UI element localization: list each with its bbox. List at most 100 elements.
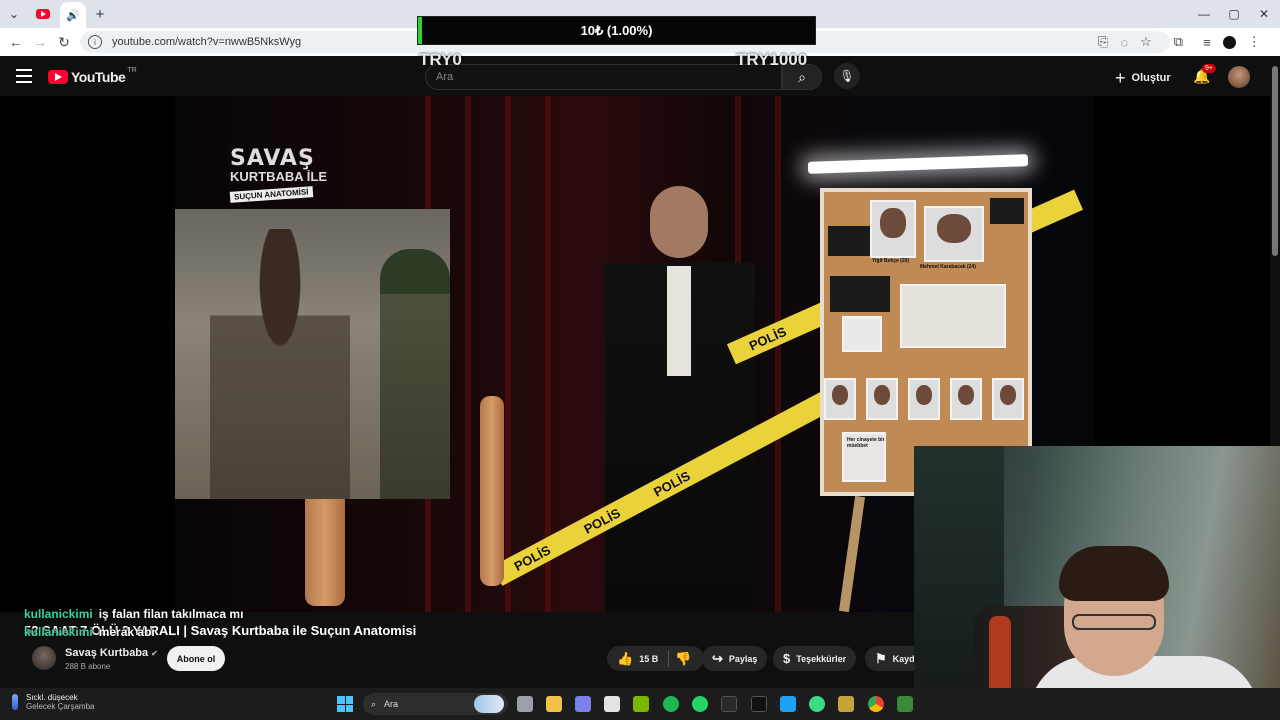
- channel-name[interactable]: Savaş Kurtbaba ✔: [65, 647, 158, 659]
- capcut-icon[interactable]: [751, 696, 767, 712]
- taskbar-search[interactable]: ⌕ Ara: [363, 693, 508, 715]
- divider: [668, 650, 670, 667]
- toolbar-right-icons: ⎘ ◌ ☆ ⧉ ≡ ⋮: [1098, 28, 1261, 56]
- epic-games-icon[interactable]: [721, 696, 737, 712]
- channel-avatar[interactable]: [32, 646, 56, 670]
- board-note: [990, 198, 1024, 224]
- file-explorer-icon[interactable]: [546, 696, 562, 712]
- show-logo: SAVAŞ KURTBABA İLE SUÇUN ANATOMİSİ: [229, 146, 340, 216]
- task-view-icon[interactable]: [517, 696, 533, 712]
- close-window-button[interactable]: ✕: [1248, 0, 1280, 28]
- save-button[interactable]: ⚑ Kaydet: [865, 646, 917, 671]
- tab-search-icon[interactable]: ⌄: [2, 2, 26, 26]
- thanks-label: Teşekkürler: [796, 653, 847, 664]
- minimize-button[interactable]: —: [1188, 0, 1220, 28]
- url-text: youtube.com/watch?v=nwwB5NksWyg: [112, 36, 302, 48]
- board-note-white: Her cinayete bir müebbet: [842, 432, 886, 482]
- country-code: TR: [127, 66, 137, 74]
- chat-message: kullanickimi iş falan filan takılmaca mı: [24, 607, 243, 621]
- easel-leg: [838, 495, 866, 612]
- plus-icon: +: [1115, 67, 1126, 88]
- notifications-button[interactable]: 🔔 9+: [1193, 64, 1216, 85]
- board-photo: [824, 378, 856, 420]
- weather-line2: Gelecek Çarşamba: [26, 702, 95, 711]
- search-input[interactable]: Ara: [425, 64, 782, 90]
- board-note-white: [842, 316, 882, 352]
- share-icon: ↪: [712, 650, 723, 666]
- logo-text: YouTube: [71, 69, 126, 85]
- subscribe-button[interactable]: Abone ol: [167, 646, 225, 671]
- account-avatar[interactable]: [1228, 66, 1250, 88]
- eye-off-icon[interactable]: ◌: [1120, 35, 1128, 50]
- archive-photo-inset: [175, 209, 450, 499]
- board-photo: [992, 378, 1024, 420]
- youtube-play-icon: [48, 70, 68, 84]
- donation-progress-bar: 10₺ (1.00%): [417, 16, 816, 45]
- whatsapp-icon[interactable]: [692, 696, 708, 712]
- show-logo-line3: SUÇUN ANATOMİSİ: [229, 186, 313, 203]
- teams-icon[interactable]: [575, 696, 591, 712]
- voice-search-button[interactable]: 🎙: [834, 63, 860, 89]
- board-photo: [866, 378, 898, 420]
- store-icon[interactable]: [604, 696, 620, 712]
- media-control-icon[interactable]: ≡: [1203, 35, 1211, 50]
- microphone-icon: 🎙: [839, 69, 855, 83]
- tab-active-audio[interactable]: 🔊: [60, 2, 86, 28]
- board-photo: [870, 200, 916, 258]
- site-info-icon[interactable]: i: [88, 35, 102, 49]
- board-photo: [924, 206, 984, 262]
- windows-start-icon[interactable]: [337, 696, 353, 712]
- taskbar-search-label: Ara: [384, 699, 399, 709]
- board-caption: Yiğit Bekçe (20): [872, 258, 910, 264]
- xbox-icon[interactable]: [897, 696, 913, 712]
- chrome-icon[interactable]: [868, 696, 884, 712]
- bookmark-star-icon[interactable]: ☆: [1140, 34, 1152, 50]
- app-green-icon[interactable]: [809, 696, 825, 712]
- donation-max-label: TRY1000: [736, 50, 808, 69]
- donation-min-label: TRY0: [419, 50, 462, 69]
- share-button[interactable]: ↪ Paylaş: [702, 646, 768, 671]
- install-app-icon[interactable]: ⎘: [1098, 34, 1108, 50]
- new-tab-button[interactable]: +: [88, 2, 112, 26]
- back-button[interactable]: ←: [4, 30, 28, 54]
- tab-youtube-pinned[interactable]: [30, 2, 56, 26]
- weather-line1: Sıckl. düşecek: [26, 693, 78, 702]
- presenter-figure: [605, 186, 755, 612]
- thumbs-up-icon[interactable]: 👍: [617, 651, 633, 667]
- thumbs-down-icon[interactable]: 👎: [675, 651, 691, 667]
- spotify-icon[interactable]: [663, 696, 679, 712]
- profile-icon[interactable]: [1222, 35, 1236, 49]
- board-caption: Mehmet Karabacak (24): [920, 264, 976, 270]
- show-logo-line1: SAVAŞ: [230, 146, 315, 171]
- chat-username: kullanickimi: [24, 625, 93, 639]
- chat-message: kullanickimi merak abi: [24, 625, 155, 639]
- menu-kebab-icon[interactable]: ⋮: [1248, 34, 1261, 50]
- chat-username: kullanickimi: [24, 607, 93, 621]
- windows-taskbar: Sıckl. düşecek Gelecek Çarşamba ⌕ Ara: [0, 688, 1280, 720]
- reload-button[interactable]: ↻: [52, 30, 76, 54]
- create-label: Oluştur: [1131, 72, 1171, 84]
- like-count[interactable]: 15 B: [639, 654, 658, 664]
- channel-name-text: Savaş Kurtbaba: [65, 647, 149, 659]
- app-gold-icon[interactable]: [838, 696, 854, 712]
- maximize-button[interactable]: ▢: [1218, 0, 1250, 28]
- search-icon: ⌕: [371, 698, 377, 709]
- create-button[interactable]: + Oluştur: [1115, 66, 1171, 90]
- chat-text: iş falan filan takılmaca mı: [98, 607, 244, 621]
- thermometer-icon: [12, 694, 18, 710]
- nvidia-icon[interactable]: [633, 696, 649, 712]
- twitter-icon[interactable]: [780, 696, 796, 712]
- board-photo: [950, 378, 982, 420]
- thanks-button[interactable]: $ Teşekkürler: [773, 646, 857, 671]
- share-label: Paylaş: [728, 653, 758, 664]
- webcam-overlay: [914, 446, 1280, 720]
- verified-check-icon: ✔: [151, 649, 158, 658]
- board-note: [830, 276, 890, 312]
- weather-widget[interactable]: Sıckl. düşecek Gelecek Çarşamba: [12, 693, 94, 711]
- forward-button[interactable]: →: [28, 30, 52, 54]
- extensions-icon[interactable]: ⧉: [1174, 34, 1183, 50]
- youtube-logo[interactable]: YouTube TR: [48, 66, 137, 85]
- hamburger-menu-icon[interactable]: [16, 69, 32, 83]
- youtube-favicon-icon: [36, 9, 50, 19]
- scrollbar-thumb[interactable]: [1272, 66, 1278, 256]
